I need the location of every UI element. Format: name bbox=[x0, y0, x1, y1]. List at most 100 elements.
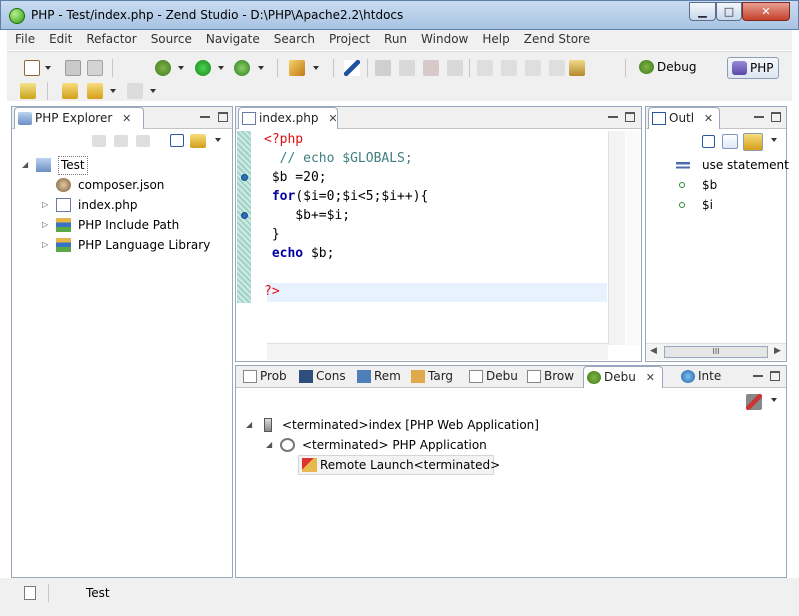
minimize-panel-icon[interactable] bbox=[753, 371, 763, 377]
menu-source[interactable]: Source bbox=[151, 30, 192, 48]
toolbar-separator bbox=[333, 59, 334, 77]
collapse-all-icon[interactable] bbox=[170, 134, 184, 147]
outline-horizontal-scrollbar[interactable]: ◀ III ▶ bbox=[646, 343, 786, 360]
back-nav-icon[interactable] bbox=[87, 83, 103, 99]
maximize-button[interactable]: □ bbox=[716, 2, 742, 21]
chevron-down-icon[interactable] bbox=[218, 66, 224, 70]
link-with-editor-icon[interactable] bbox=[190, 134, 206, 148]
chevron-down-icon[interactable] bbox=[45, 66, 51, 70]
new-file-icon[interactable] bbox=[24, 60, 40, 76]
collapse-all-icon[interactable] bbox=[702, 135, 715, 148]
sort-az-icon[interactable] bbox=[722, 134, 738, 149]
tab-outline[interactable]: Outl ✕ bbox=[648, 107, 720, 129]
tab-php-explorer[interactable]: PHP Explorer ✕ bbox=[14, 107, 144, 129]
step-filters-toggle-icon[interactable] bbox=[569, 60, 585, 76]
scrollbar-thumb[interactable]: III bbox=[664, 346, 768, 358]
tab-targets[interactable]: Targ bbox=[408, 366, 464, 388]
code-echo-expression: $b; bbox=[303, 246, 335, 261]
view-menu-icon[interactable] bbox=[215, 138, 221, 142]
toolbar-separator bbox=[469, 59, 470, 77]
scroll-right-icon[interactable]: ▶ bbox=[774, 346, 781, 356]
collapsed-icon[interactable]: ▷ bbox=[42, 235, 52, 255]
breakpoint-marker[interactable] bbox=[241, 212, 248, 219]
tab-php-explorer-label: PHP Explorer bbox=[35, 111, 113, 125]
debug-bug-icon[interactable] bbox=[155, 60, 171, 76]
editor-horizontal-scrollbar[interactable] bbox=[267, 343, 608, 360]
tab-remote[interactable]: Rem bbox=[354, 366, 406, 388]
save-icon[interactable] bbox=[65, 60, 81, 76]
menu-search[interactable]: Search bbox=[274, 30, 315, 48]
tab-debug-output[interactable]: Debu bbox=[466, 366, 522, 388]
maximize-panel-icon[interactable] bbox=[770, 371, 780, 381]
forward-nav-icon bbox=[127, 83, 143, 99]
close-tab-icon[interactable]: ✕ bbox=[122, 112, 131, 125]
expanded-icon[interactable]: ◢ bbox=[266, 435, 276, 455]
menu-project[interactable]: Project bbox=[329, 30, 370, 48]
run-external-tools-icon[interactable] bbox=[234, 60, 250, 76]
chevron-down-icon[interactable] bbox=[258, 66, 264, 70]
breakpoint-marker[interactable] bbox=[241, 174, 248, 181]
collapsed-icon[interactable]: ▷ bbox=[42, 215, 52, 235]
close-tab-icon[interactable]: ✕ bbox=[646, 371, 655, 384]
chevron-down-icon[interactable] bbox=[178, 66, 184, 70]
menu-help[interactable]: Help bbox=[482, 30, 509, 48]
minimize-panel-icon[interactable] bbox=[608, 112, 618, 118]
save-all-icon[interactable] bbox=[87, 60, 103, 76]
code-for-expression: ($i=0;$i<5;$i++){ bbox=[295, 189, 429, 204]
menu-refactor[interactable]: Refactor bbox=[86, 30, 136, 48]
chevron-down-icon[interactable] bbox=[150, 89, 156, 93]
code-editor[interactable]: <?php // echo $GLOBALS; $b =20; for($i=0… bbox=[264, 130, 428, 301]
next-annotation-icon[interactable] bbox=[20, 83, 36, 99]
minimize-panel-icon[interactable] bbox=[200, 112, 210, 118]
remove-all-terminated-icon[interactable] bbox=[746, 394, 762, 410]
menu-file[interactable]: File bbox=[15, 30, 35, 48]
scroll-left-icon[interactable]: ◀ bbox=[650, 346, 657, 356]
back-arrow-icon[interactable] bbox=[62, 83, 78, 99]
maximize-panel-icon[interactable] bbox=[625, 112, 635, 122]
php-project-icon bbox=[36, 158, 51, 172]
menu-run[interactable]: Run bbox=[384, 30, 407, 48]
link-with-editor-icon[interactable] bbox=[743, 133, 763, 151]
view-menu-icon[interactable] bbox=[771, 138, 777, 142]
outline-icon bbox=[652, 112, 666, 125]
menu-navigate[interactable]: Navigate bbox=[206, 30, 260, 48]
status-separator bbox=[48, 584, 49, 602]
maximize-panel-icon[interactable] bbox=[771, 112, 781, 122]
view-menu-icon[interactable] bbox=[771, 398, 777, 402]
chevron-down-icon[interactable] bbox=[110, 89, 116, 93]
tab-console[interactable]: Cons bbox=[296, 366, 352, 388]
chevron-down-icon[interactable] bbox=[313, 66, 319, 70]
close-window-button[interactable]: ✕ bbox=[742, 2, 790, 21]
deploy-rocket-icon[interactable] bbox=[289, 60, 305, 76]
fast-view-icon[interactable] bbox=[24, 586, 36, 600]
outline-tab-strip: Outl ✕ bbox=[646, 107, 786, 129]
code-line-increment: $b+=$i; bbox=[264, 208, 351, 223]
toolbar-separator bbox=[625, 59, 626, 77]
php-perspective-button[interactable]: PHP bbox=[727, 57, 779, 79]
expanded-icon[interactable]: ◢ bbox=[246, 415, 256, 435]
minimize-panel-icon[interactable] bbox=[754, 112, 764, 118]
menu-zend-store[interactable]: Zend Store bbox=[524, 30, 590, 48]
maximize-panel-icon[interactable] bbox=[218, 112, 228, 122]
tab-index-php[interactable]: index.php ✕ bbox=[238, 107, 338, 129]
expanded-icon[interactable]: ◢ bbox=[22, 155, 32, 175]
close-tab-icon[interactable]: ✕ bbox=[328, 112, 337, 125]
tab-problems[interactable]: Prob bbox=[240, 366, 294, 388]
main-toolbar: Debug PHP bbox=[7, 51, 792, 101]
close-tab-icon[interactable]: ✕ bbox=[704, 112, 713, 125]
menu-edit[interactable]: Edit bbox=[49, 30, 72, 48]
tab-debug[interactable]: Debu ✕ bbox=[583, 366, 663, 388]
run-icon[interactable] bbox=[195, 60, 211, 76]
debug-perspective-button[interactable]: Debug bbox=[635, 57, 700, 79]
collapsed-icon[interactable]: ▷ bbox=[42, 195, 52, 215]
skip-breakpoints-icon[interactable] bbox=[344, 60, 360, 76]
menu-window[interactable]: Window bbox=[421, 30, 468, 48]
php-explorer-panel: PHP Explorer ✕ ◢ Test composer.json ▷ in… bbox=[11, 106, 233, 578]
editor-vertical-scrollbar[interactable] bbox=[608, 131, 625, 345]
overview-ruler bbox=[626, 131, 640, 345]
tab-browser-output[interactable]: Brow bbox=[524, 366, 580, 388]
tree-item-label: Test bbox=[58, 156, 88, 175]
tab-internal-web-browser[interactable]: Inte bbox=[678, 366, 730, 388]
tree-item-label: PHP Include Path bbox=[78, 218, 180, 232]
minimize-button[interactable]: ▁ bbox=[689, 2, 716, 21]
